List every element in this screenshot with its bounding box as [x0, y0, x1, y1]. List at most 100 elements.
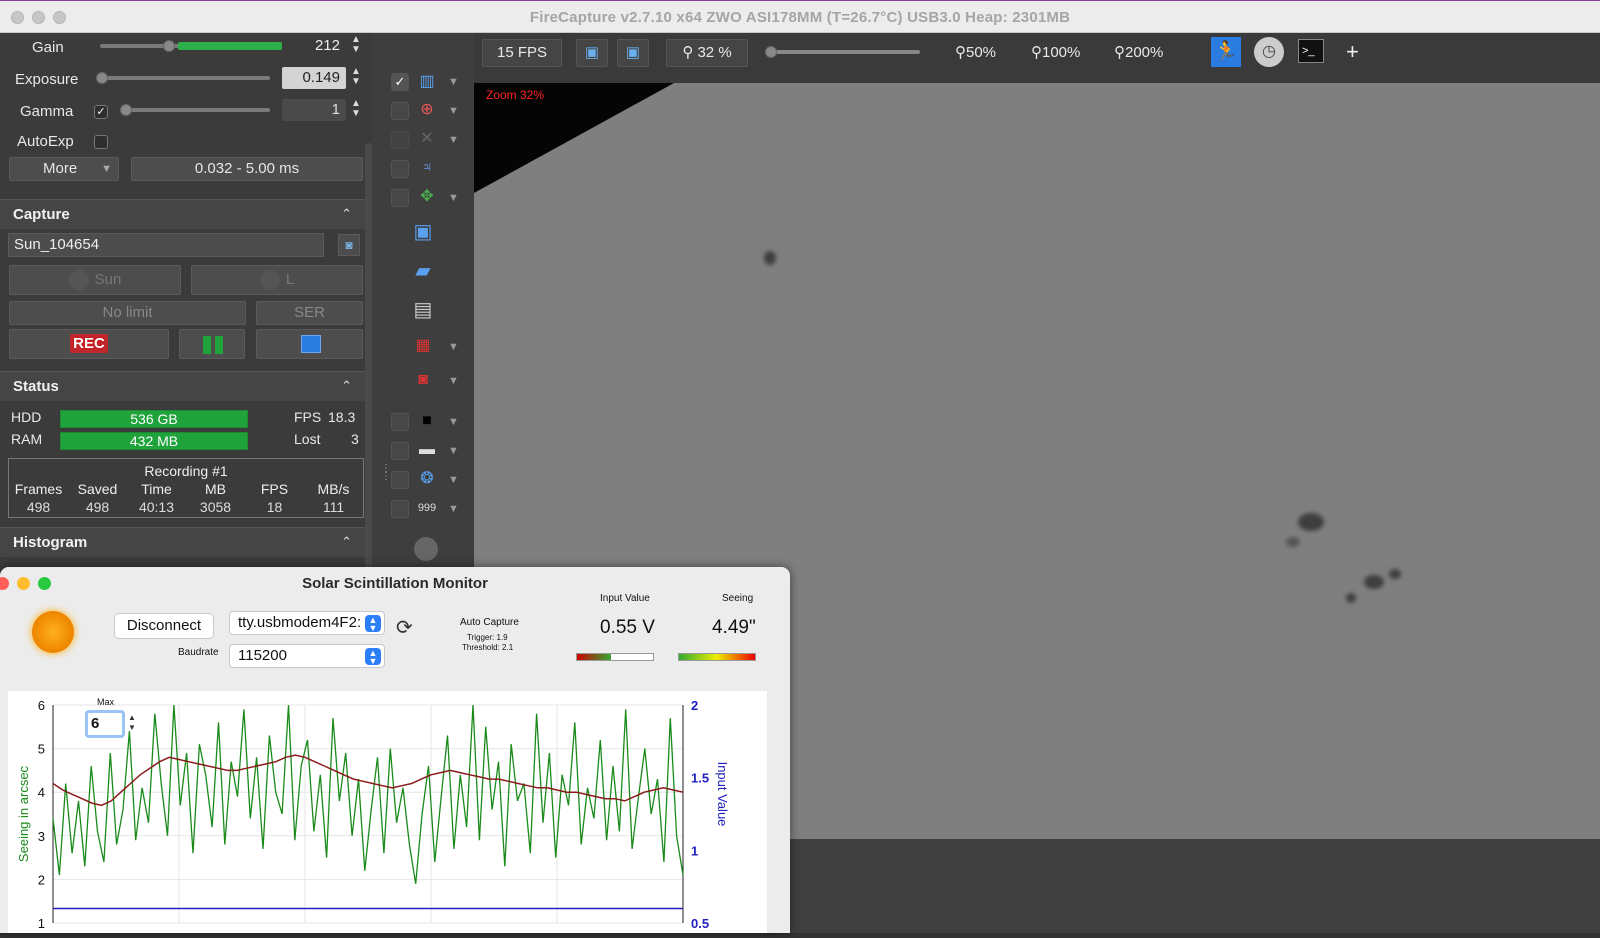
planet-toggle-checkbox[interactable]: [391, 160, 409, 178]
capture-title: Capture: [13, 206, 70, 223]
status-section-header[interactable]: Status ⌃: [0, 371, 372, 401]
format-button[interactable]: SER: [256, 301, 363, 325]
drag-handle-icon[interactable]: ⋮ ⋮: [381, 464, 391, 505]
histogram-toggle-checkbox[interactable]: ✓: [391, 73, 409, 91]
stop-button[interactable]: [256, 329, 363, 359]
chevron-down-icon[interactable]: ▼: [448, 76, 459, 88]
gain-row: Gain 212 ▲ ▼: [0, 33, 372, 65]
zoom-slider-track[interactable]: [770, 50, 920, 54]
crosshair-icon[interactable]: ⊕: [416, 99, 438, 121]
baudrate-select[interactable]: 115200 ▲ ▼: [229, 644, 385, 668]
terminal-icon[interactable]: >_: [1298, 39, 1324, 63]
gain-slider-fill: [178, 42, 282, 50]
exposure-range: 0.032 - 5.00 ms: [131, 157, 363, 181]
auto-capture-label: Auto Capture: [460, 617, 519, 628]
folder-icon[interactable]: ▰: [412, 260, 434, 282]
add-button[interactable]: +: [1346, 39, 1359, 65]
gain-slider-knob[interactable]: [163, 40, 175, 52]
zoom-slider-knob[interactable]: [765, 46, 777, 58]
gamma-value[interactable]: 1: [282, 99, 346, 121]
chevron-down-icon[interactable]: ▼: [448, 341, 459, 353]
display-icon[interactable]: ▣: [617, 39, 649, 67]
tools-toggle-checkbox[interactable]: [391, 131, 409, 149]
zoom-current-button[interactable]: ⚲ 32 %: [666, 39, 748, 67]
zoom-200-button[interactable]: ⚲200%: [1114, 43, 1163, 61]
filename-field[interactable]: Sun_104654: [8, 233, 324, 257]
magnifier-icon: ⚲: [682, 44, 698, 61]
black-toggle-checkbox[interactable]: [391, 413, 409, 431]
baudrate-value: 115200: [238, 647, 287, 664]
black-level-icon[interactable]: ■: [416, 410, 438, 432]
chevron-down-icon[interactable]: ▼: [448, 503, 459, 515]
filter-button[interactable]: L: [191, 265, 363, 295]
pause-button[interactable]: [179, 329, 245, 359]
port-select[interactable]: tty.usbmodem4F2: ▲ ▼: [229, 611, 385, 635]
tracking-toggle-checkbox[interactable]: [391, 189, 409, 207]
fps-label: FPS: [294, 409, 322, 425]
gray-level-icon[interactable]: ▬: [416, 439, 438, 461]
object-button[interactable]: Sun: [9, 265, 181, 295]
autoexp-checkbox[interactable]: [94, 135, 108, 149]
counter-icon[interactable]: 999: [416, 497, 438, 519]
fullscreen-icon[interactable]: ▣: [576, 39, 608, 67]
gamma-stepper[interactable]: ▲ ▼: [350, 99, 362, 123]
autorun-icon[interactable]: 🏃: [1211, 37, 1241, 67]
zoom-100-button[interactable]: ⚲100%: [1031, 43, 1080, 61]
chevron-down-icon[interactable]: ▼: [448, 192, 459, 204]
darkframe-icon[interactable]: ▦: [412, 335, 434, 357]
max-stepper[interactable]: ▲ ▼: [128, 713, 136, 733]
tools-icon[interactable]: ✕: [416, 128, 438, 150]
exposure-stepper[interactable]: ▲ ▼: [350, 67, 362, 91]
camera-icon[interactable]: ◙: [338, 234, 360, 256]
exposure-value[interactable]: 0.149: [282, 67, 346, 89]
seeing-label: Seeing: [722, 593, 754, 604]
capture-section-header[interactable]: Capture ⌃: [0, 199, 372, 229]
jupiter-icon[interactable]: ♃: [416, 157, 438, 179]
more-dropdown[interactable]: More ▼: [9, 157, 119, 181]
gain-value[interactable]: 212: [282, 35, 346, 57]
max-input[interactable]: 6: [85, 710, 125, 738]
lost-label: Lost: [294, 431, 321, 447]
gamma-slider-track[interactable]: [124, 108, 270, 112]
sunspot: [1298, 513, 1324, 531]
histogram-section-header[interactable]: Histogram ⌃: [0, 527, 372, 557]
fps-button[interactable]: 15 FPS: [482, 39, 562, 67]
collapse-icon[interactable]: ⌃: [341, 534, 352, 550]
exposure-slider-knob[interactable]: [96, 72, 108, 84]
recording-value: 498: [85, 499, 110, 515]
gamma-checkbox[interactable]: ✓: [94, 105, 108, 119]
rec-button[interactable]: REC: [9, 329, 169, 359]
sunspot: [764, 251, 776, 265]
filterwheel-toggle-checkbox[interactable]: [391, 471, 409, 489]
gain-slider-track[interactable]: [100, 42, 282, 50]
limit-button[interactable]: No limit: [9, 301, 246, 325]
recording-header: FPS: [260, 481, 289, 497]
chevron-down-icon[interactable]: ▼: [448, 445, 459, 457]
collapse-icon[interactable]: ⌃: [341, 206, 352, 222]
chevron-down-icon[interactable]: ▼: [448, 474, 459, 486]
max-label: Max: [97, 697, 115, 707]
tracking-icon[interactable]: ✥: [416, 186, 438, 208]
gamma-slider-knob[interactable]: [120, 104, 132, 116]
chevron-down-icon[interactable]: ▼: [448, 105, 459, 117]
timer-icon[interactable]: ◷: [1254, 37, 1284, 67]
trash-icon[interactable]: ▤: [412, 299, 434, 321]
counter-toggle-checkbox[interactable]: [391, 500, 409, 518]
flatframe-icon[interactable]: ◙: [412, 369, 434, 391]
gray-toggle-checkbox[interactable]: [391, 442, 409, 460]
select-arrows-icon: ▲ ▼: [365, 615, 381, 633]
chevron-down-icon[interactable]: ▼: [448, 134, 459, 146]
status-indicator-icon: [414, 537, 438, 561]
refresh-icon[interactable]: ⟳: [396, 615, 413, 640]
histogram-icon[interactable]: ▥: [416, 71, 438, 93]
crosshair-toggle-checkbox[interactable]: [391, 102, 409, 120]
save-frame-icon[interactable]: ▣: [412, 221, 434, 243]
filterwheel-icon[interactable]: ❂: [416, 468, 438, 490]
zoom-50-button[interactable]: ⚲50%: [955, 43, 996, 61]
chevron-down-icon[interactable]: ▼: [448, 375, 459, 387]
exposure-slider-track[interactable]: [100, 76, 270, 80]
gain-stepper[interactable]: ▲ ▼: [350, 35, 362, 59]
collapse-icon[interactable]: ⌃: [341, 378, 352, 394]
chevron-down-icon[interactable]: ▼: [448, 416, 459, 428]
disconnect-button[interactable]: Disconnect: [114, 613, 214, 639]
